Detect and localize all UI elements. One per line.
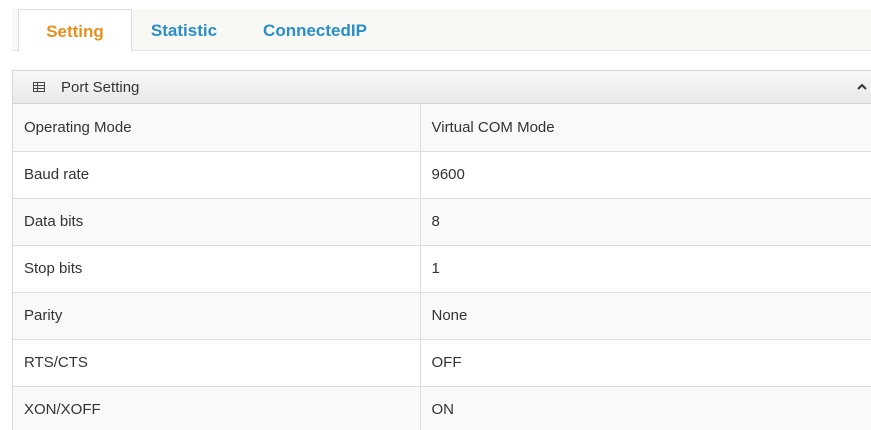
- setting-label: XON/XOFF: [13, 386, 421, 430]
- setting-label: Data bits: [13, 198, 421, 246]
- tab-connectedip-label: ConnectedIP: [263, 21, 367, 40]
- table-row: Stop bits 1: [13, 245, 871, 293]
- setting-value: Virtual COM Mode: [420, 104, 871, 152]
- settings-table: Operating Mode Virtual COM Mode Baud rat…: [13, 104, 871, 430]
- chevron-up-icon[interactable]: [856, 81, 868, 93]
- tab-setting[interactable]: Setting: [18, 9, 132, 52]
- setting-value: ON: [420, 386, 871, 430]
- setting-value: None: [420, 292, 871, 340]
- tab-bar: Setting Statistic ConnectedIP: [12, 9, 871, 52]
- setting-label: Baud rate: [13, 151, 421, 199]
- table-row: Data bits 8: [13, 198, 871, 246]
- page: Setting Statistic ConnectedIP Port Setti…: [0, 0, 871, 430]
- table-row: RTS/CTS OFF: [13, 339, 871, 387]
- setting-label: Parity: [13, 292, 421, 340]
- port-setting-panel: Port Setting Operating Mode Virtual COM …: [12, 70, 871, 430]
- tab-connectedip[interactable]: ConnectedIP: [245, 9, 385, 51]
- table-grid-icon: [33, 82, 45, 92]
- setting-label: RTS/CTS: [13, 339, 421, 387]
- tab-statistic[interactable]: Statistic: [139, 9, 229, 51]
- table-row: Parity None: [13, 292, 871, 340]
- setting-value: OFF: [420, 339, 871, 387]
- tab-statistic-label: Statistic: [150, 21, 218, 40]
- setting-value: 9600: [420, 151, 871, 199]
- table-row: Baud rate 9600: [13, 151, 871, 199]
- table-row: XON/XOFF ON: [13, 386, 871, 430]
- table-row: Operating Mode Virtual COM Mode: [13, 104, 871, 152]
- tab-setting-label: Setting: [46, 22, 104, 41]
- setting-label: Stop bits: [13, 245, 421, 293]
- setting-value: 8: [420, 198, 871, 246]
- panel-title: Port Setting: [61, 79, 140, 96]
- setting-label: Operating Mode: [13, 104, 421, 152]
- setting-value: 1: [420, 245, 871, 293]
- panel-header[interactable]: Port Setting: [13, 71, 871, 104]
